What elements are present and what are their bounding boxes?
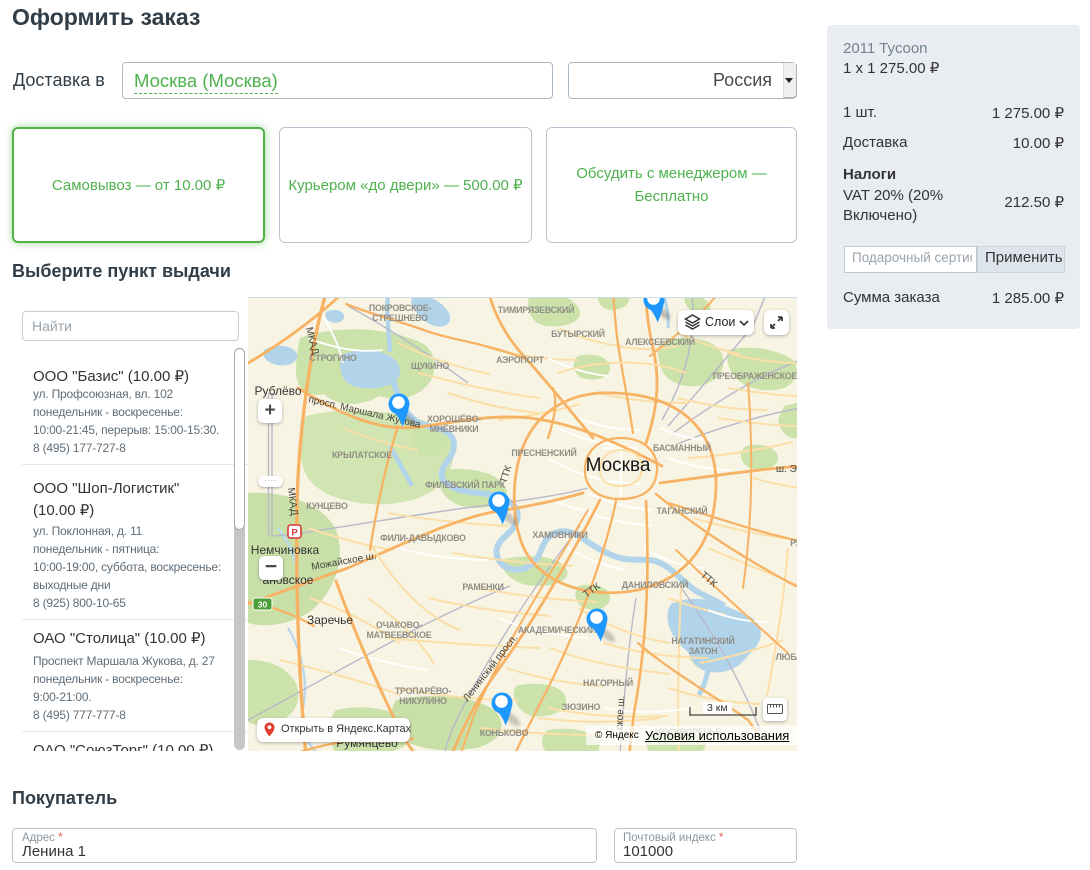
svg-text:СТРЕШНЕВО: СТРЕШНЕВО xyxy=(372,313,428,323)
svg-text:ТРОПАРЁВО-: ТРОПАРЁВО- xyxy=(395,686,452,696)
svg-text:ХАМОВНИКИ: ХАМОВНИКИ xyxy=(532,530,587,540)
svg-text:ДАНИЛОВСКИЙ: ДАНИЛОВСКИЙ xyxy=(622,579,689,590)
svg-text:МАТВЕЕВСКОЕ: МАТВЕЕВСКОЕ xyxy=(367,630,432,640)
svg-text:Р: Р xyxy=(291,528,298,539)
svg-text:ФИЛЁВСКИЙ ПАРК: ФИЛЁВСКИЙ ПАРК xyxy=(425,479,506,490)
svg-text:Рублёво: Рублёво xyxy=(254,384,301,398)
svg-text:ФИЛИ-ДАВЫДКОВО: ФИЛИ-ДАВЫДКОВО xyxy=(380,533,466,543)
svg-text:Москва: Москва xyxy=(586,455,651,476)
svg-text:МНЁВНИКИ: МНЁВНИКИ xyxy=(430,424,479,434)
svg-text:ТАГАНСКИЙ: ТАГАНСКИЙ xyxy=(657,505,708,516)
svg-text:СТРОГИНО: СТРОГИНО xyxy=(309,353,356,363)
svg-text:КУНЦЕВО: КУНЦЕВО xyxy=(306,501,348,511)
svg-text:НАГОРНЫЙ: НАГОРНЫЙ xyxy=(583,677,633,688)
svg-text:ТИМИРЯЗЕВСКИЙ: ТИМИРЯЗЕВСКИЙ xyxy=(498,304,574,315)
svg-text:ш. Э: ш. Э xyxy=(776,464,797,475)
svg-text:НИКУЛИНО: НИКУЛИНО xyxy=(399,696,447,706)
svg-text:АКАДЕМИЧЕСКИЙ: АКАДЕМИЧЕСКИЙ xyxy=(518,624,596,635)
svg-text:РЯ: РЯ xyxy=(790,538,797,548)
svg-text:РАМЕНКИ: РАМЕНКИ xyxy=(462,582,503,592)
svg-text:АЭРОПОРТ: АЭРОПОРТ xyxy=(496,355,545,365)
svg-text:КОНЬКОВО: КОНЬКОВО xyxy=(480,728,529,738)
svg-text:АЛЕКСЕЕВСКИЙ: АЛЕКСЕЕВСКИЙ xyxy=(625,336,695,347)
svg-text:ЗАТОН: ЗАТОН xyxy=(689,646,718,656)
svg-text:КРЫЛАТСКОЕ: КРЫЛАТСКОЕ xyxy=(332,450,392,460)
svg-text:БАСМАННЫЙ: БАСМАННЫЙ xyxy=(653,442,711,453)
svg-text:ХОРОШЁВО-: ХОРОШЁВО- xyxy=(427,414,481,424)
svg-text:ЛЮБЛИ: ЛЮБЛИ xyxy=(776,652,797,662)
svg-text:30: 30 xyxy=(258,600,268,610)
svg-text:Заречье: Заречье xyxy=(307,613,353,627)
svg-text:ЩУКИНО: ЩУКИНО xyxy=(411,361,449,371)
svg-text:Немчиновка: Немчиновка xyxy=(251,543,320,557)
svg-text:ПРЕОБРАЖЕНСКОЕ: ПРЕОБРАЖЕНСКОЕ xyxy=(713,371,797,381)
svg-text:НАГАТИНСКИЙ: НАГАТИНСКИЙ xyxy=(671,635,734,646)
svg-text:ЗЮЗИНО: ЗЮЗИНО xyxy=(562,702,601,712)
svg-text:ПРЕСНЕНСКИЙ: ПРЕСНЕНСКИЙ xyxy=(511,447,576,458)
svg-text:ОЧАКОВО-: ОЧАКОВО- xyxy=(376,620,422,630)
svg-text:ПОКРОВСКОЕ-: ПОКРОВСКОЕ- xyxy=(369,303,432,313)
svg-text:БУТЫРСКИЙ: БУТЫРСКИЙ xyxy=(551,328,605,339)
